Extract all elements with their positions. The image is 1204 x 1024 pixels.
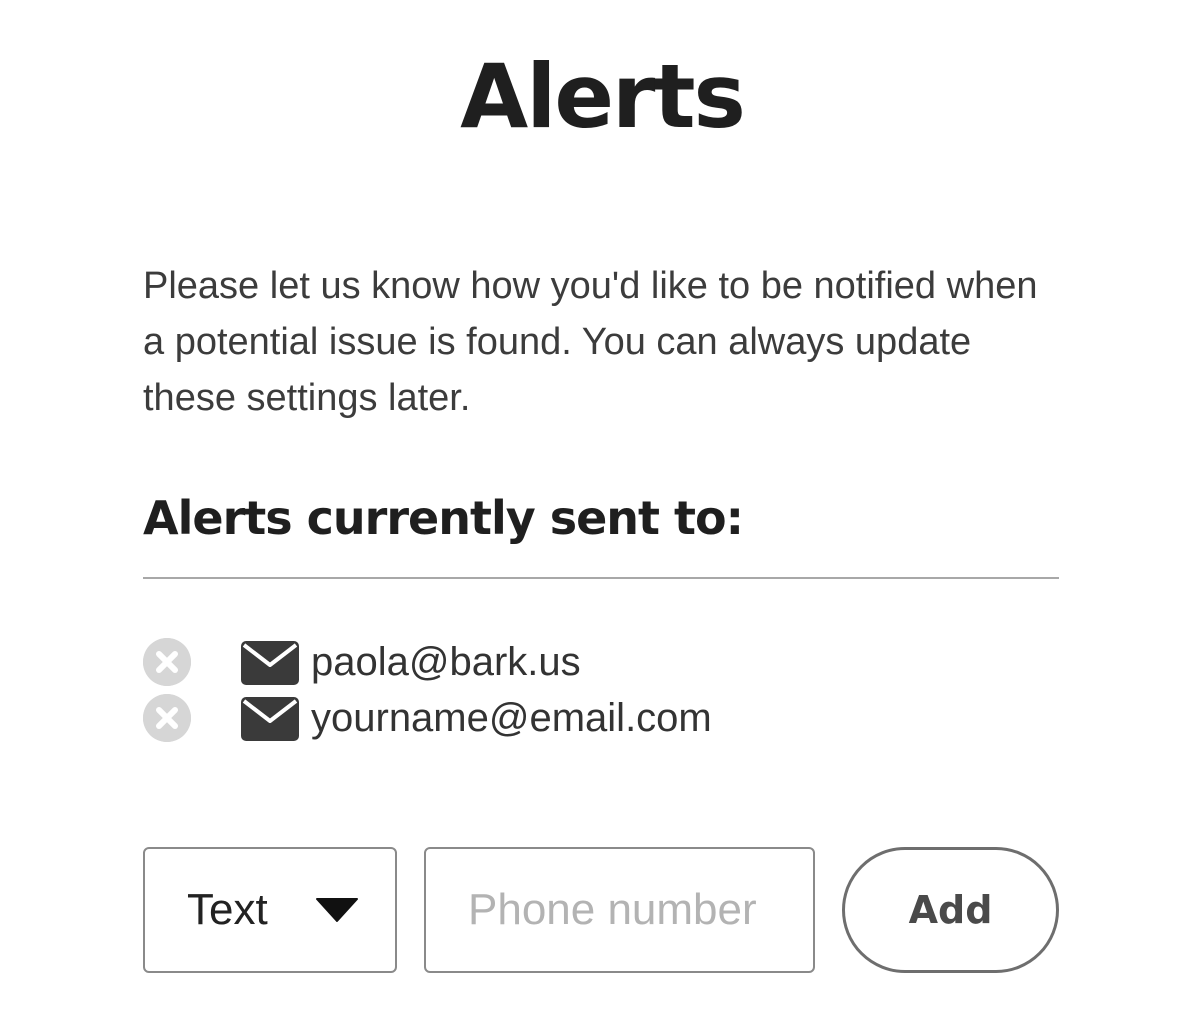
recipient-email: paola@bark.us <box>311 640 581 684</box>
close-circle-icon <box>143 638 191 686</box>
close-circle-icon <box>143 694 191 742</box>
caret-down-icon <box>316 898 358 922</box>
mail-icon <box>241 641 299 685</box>
mail-icon <box>241 697 299 741</box>
page-title: Alerts <box>460 45 746 148</box>
remove-recipient-button[interactable] <box>143 638 191 686</box>
alert-method-value: Text <box>187 885 268 934</box>
page-description: Please let us know how you'd like to be … <box>143 265 1038 419</box>
recipients-heading: Alerts currently sent to: <box>143 491 744 545</box>
recipient-email: yourname@email.com <box>311 696 712 740</box>
remove-recipient-button[interactable] <box>143 694 191 742</box>
alert-method-select[interactable]: Text <box>143 847 397 973</box>
add-button[interactable]: Add <box>842 847 1059 973</box>
phone-number-input[interactable] <box>424 847 815 973</box>
section-divider <box>143 577 1059 579</box>
alerts-page: Alerts Please let us know how you'd like… <box>0 0 1204 1024</box>
